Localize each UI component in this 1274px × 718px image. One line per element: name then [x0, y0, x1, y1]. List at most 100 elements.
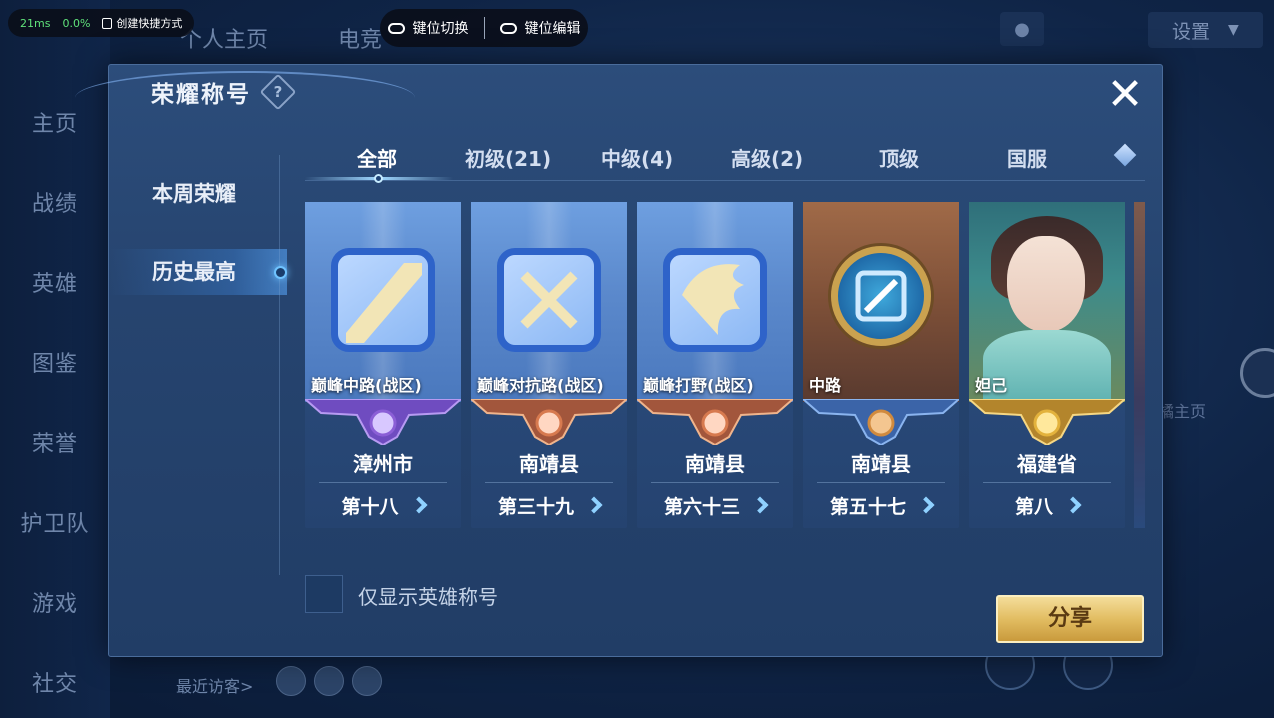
- gamepad-icon: [499, 22, 517, 34]
- visitor-avatar[interactable]: [352, 666, 382, 696]
- hero-titles-only-checkbox[interactable]: [305, 575, 343, 613]
- bg-tab-esports[interactable]: 电竞: [338, 22, 382, 54]
- chevron-right-icon: [410, 496, 427, 514]
- side-item-weekly-honor[interactable]: 本周荣耀: [109, 171, 287, 217]
- bg-nav-home[interactable]: 主页: [0, 106, 110, 138]
- card-rank: 第十八: [341, 495, 399, 518]
- side-divider: [279, 155, 280, 575]
- title-card[interactable]: 巅峰对抗路(战区) 南靖县 第三十九: [471, 202, 627, 528]
- side-toggle-button[interactable]: [1240, 348, 1274, 398]
- gamepad-icon: [387, 22, 405, 34]
- card-rank-link[interactable]: 第六十三: [637, 488, 793, 522]
- mid-lane-emblem-icon: [331, 248, 435, 352]
- chevron-down-icon: ▼: [1228, 22, 1239, 38]
- bg-nav-games[interactable]: 游戏: [0, 586, 110, 618]
- tab-intermediate[interactable]: 中级(4): [601, 143, 673, 172]
- bell-icon[interactable]: ●: [1000, 12, 1044, 46]
- portrait-face: [1007, 236, 1085, 332]
- settings-label: 设置: [1172, 20, 1211, 43]
- card-region: 南靖县: [519, 452, 579, 476]
- title-card[interactable]: 中路 南靖县 第五十七: [803, 202, 959, 528]
- close-button[interactable]: ✕: [1103, 73, 1147, 119]
- hero-portrait-image: 妲己: [969, 202, 1125, 402]
- bg-nav-gallery[interactable]: 图鉴: [0, 346, 110, 378]
- card-image: 巅峰对抗路(战区): [471, 202, 627, 402]
- card-region: 南靖县: [685, 452, 745, 476]
- rank-banner-icon: [471, 399, 627, 445]
- performance-bar: 21ms 0.0% 创建快捷方式: [8, 9, 195, 37]
- title-card[interactable]: 巅峰打野(战区) 南靖县 第六十三: [637, 202, 793, 528]
- card-image: 巅峰打野(战区): [637, 202, 793, 402]
- card-image: 中路: [803, 202, 959, 402]
- slash-icon: [855, 270, 907, 322]
- chevron-right-icon: [751, 496, 769, 514]
- card-region: 福建省: [1017, 452, 1077, 476]
- help-symbol: ?: [273, 83, 283, 101]
- side-item-history-best[interactable]: 历史最高: [109, 249, 287, 295]
- hero-titles-only-label: 仅显示英雄称号: [358, 585, 498, 609]
- key-mapping-bar: 键位切换 键位编辑: [380, 9, 588, 47]
- bg-nav-guard[interactable]: 护卫队: [0, 506, 110, 538]
- divider: [483, 17, 485, 39]
- card-rank: 第六十三: [663, 495, 740, 518]
- key-switch-button[interactable]: 键位切换: [387, 18, 469, 38]
- bg-nav-honor[interactable]: 荣誉: [0, 426, 110, 458]
- card-divider: [485, 482, 613, 483]
- create-shortcut-button[interactable]: 创建快捷方式: [102, 15, 182, 31]
- bg-nav-social[interactable]: 社交: [0, 666, 110, 698]
- key-switch-label: 键位切换: [412, 21, 469, 37]
- bg-right-label: 橘主页: [1158, 402, 1207, 421]
- recent-visitors-link[interactable]: 最近访客>: [176, 673, 253, 697]
- rank-banner-icon: [305, 399, 461, 445]
- card-rank-link[interactable]: 第十八: [305, 488, 461, 522]
- dialog-title: 荣耀称号: [151, 82, 251, 108]
- card-rank-link[interactable]: 第八: [969, 488, 1125, 522]
- card-rank-link[interactable]: 第五十七: [803, 488, 959, 522]
- chevron-right-icon: [585, 496, 603, 514]
- mid-lane-badge-icon: [831, 246, 931, 346]
- rank-banner-icon: [803, 399, 959, 445]
- chevron-right-icon: [1064, 496, 1082, 514]
- slash-icon: [346, 263, 422, 343]
- visitor-avatar[interactable]: [314, 666, 344, 696]
- card-rank: 第三十九: [497, 495, 574, 518]
- tab-junior[interactable]: 初级(21): [465, 143, 551, 172]
- card-title-name: 妲己: [975, 376, 1008, 395]
- card-divider: [319, 482, 447, 483]
- key-edit-label: 键位编辑: [524, 21, 581, 37]
- loss-value: 0.0%: [62, 16, 91, 30]
- more-tabs-icon[interactable]: [1113, 143, 1137, 167]
- card-rank-link[interactable]: 第三十九: [471, 488, 627, 522]
- tab-advanced[interactable]: 高级(2): [731, 143, 803, 172]
- card-rank: 第五十七: [829, 495, 906, 518]
- card-title-name: 中路: [809, 376, 842, 395]
- card-title-name: 巅峰打野(战区): [643, 376, 754, 395]
- key-edit-button[interactable]: 键位编辑: [499, 18, 581, 38]
- card-divider: [817, 482, 945, 483]
- bg-nav-record[interactable]: 战绩: [0, 186, 110, 218]
- tab-active-dot: [374, 174, 383, 183]
- rank-banner-icon: [637, 399, 793, 445]
- card-divider: [651, 482, 779, 483]
- title-card-partial[interactable]: [1134, 202, 1145, 528]
- title-card[interactable]: 巅峰中路(战区) 漳州市 第十八: [305, 202, 461, 528]
- card-region: 漳州市: [353, 452, 413, 476]
- crossed-swords-icon: [520, 271, 578, 329]
- tab-top[interactable]: 顶级: [879, 143, 919, 172]
- tab-all[interactable]: 全部: [357, 143, 397, 172]
- bg-nav-heroes[interactable]: 英雄: [0, 266, 110, 298]
- shortcut-label: 创建快捷方式: [116, 17, 183, 30]
- card-rank: 第八: [1014, 495, 1053, 518]
- tab-national[interactable]: 国服: [1007, 143, 1047, 172]
- rank-banner-icon: [969, 399, 1125, 445]
- card-divider: [983, 482, 1111, 483]
- ping-value: 21ms: [20, 16, 51, 30]
- visitor-avatar[interactable]: [276, 666, 306, 696]
- card-region: 南靖县: [851, 452, 911, 476]
- tab-bar: 全部 初级(21) 中级(4) 高级(2) 顶级 国服: [305, 141, 1145, 183]
- settings-button[interactable]: 设置 ▼: [1148, 12, 1263, 48]
- shortcut-icon: [102, 17, 113, 29]
- title-card[interactable]: 妲己 福建省 第八: [969, 202, 1125, 528]
- card-title-name: 巅峰中路(战区): [311, 376, 422, 395]
- share-button[interactable]: 分享: [996, 595, 1144, 643]
